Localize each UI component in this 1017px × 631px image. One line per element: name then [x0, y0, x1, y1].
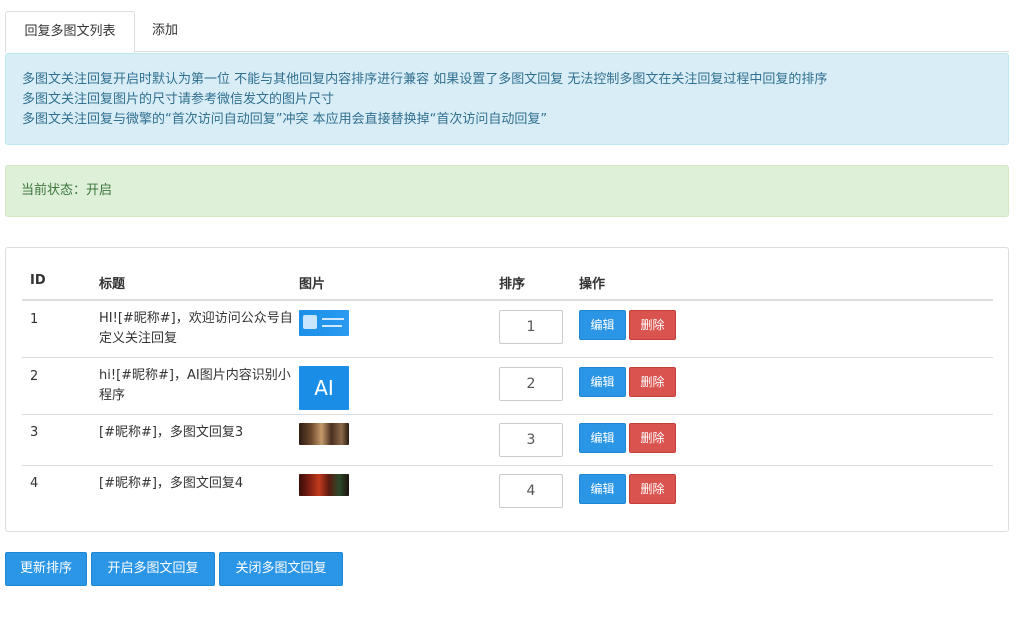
update-sort-button[interactable]: 更新排序	[5, 552, 87, 586]
info-line: 多图文关注回复图片的尺寸请参考微信发文的图片尺寸	[22, 92, 335, 107]
info-line: 多图文关注回复开启时默认为第一位 不能与其他回复内容排序进行兼容 如果设置了多图…	[22, 72, 828, 87]
tab-bar: 回复多图文列表 添加	[5, 11, 1009, 53]
row-title: hi![#昵称#]，AI图片内容识别小程序	[99, 368, 291, 403]
sort-input[interactable]	[499, 423, 563, 457]
info-alert: 多图文关注回复开启时默认为第一位 不能与其他回复内容排序进行兼容 如果设置了多图…	[5, 53, 1009, 145]
edit-button[interactable]: 编辑	[579, 474, 626, 504]
status-text: 当前状态：开启	[21, 183, 113, 198]
header-actions: 操作	[579, 277, 606, 292]
thumbnail-logo	[303, 315, 317, 329]
edit-button[interactable]: 编辑	[579, 423, 626, 453]
thumbnail-line	[322, 325, 342, 327]
row-id: 1	[30, 312, 39, 327]
delete-button[interactable]: 删除	[629, 474, 676, 504]
edit-button[interactable]: 编辑	[579, 310, 626, 340]
sort-input[interactable]	[499, 367, 563, 401]
delete-button[interactable]: 删除	[629, 310, 676, 340]
header-id: ID	[30, 273, 46, 288]
enable-news-reply-button[interactable]: 开启多图文回复	[91, 552, 215, 586]
table-row: 1 HI![#昵称#]，欢迎访问公众号自定义关注回复 编辑 删除	[22, 301, 993, 358]
header-sort: 排序	[499, 277, 526, 292]
info-line: 多图文关注回复与微擎的“首次访问自动回复”冲突 本应用会直接替换掉“首次访问自动…	[22, 112, 548, 127]
table-row: 3 [#昵称#]，多图文回复3 编辑 删除	[22, 415, 993, 466]
sort-input[interactable]	[499, 310, 563, 344]
edit-button[interactable]: 编辑	[579, 367, 626, 397]
row-id: 3	[30, 425, 39, 440]
row-thumbnail	[299, 423, 349, 445]
header-title: 标题	[99, 277, 126, 292]
tab-news-list[interactable]: 回复多图文列表	[5, 11, 135, 53]
sort-input[interactable]	[499, 474, 563, 508]
row-id: 4	[30, 476, 39, 491]
tab-add[interactable]: 添加	[138, 11, 192, 52]
header-image: 图片	[299, 277, 326, 292]
news-table-panel: ID 标题 图片 排序 操作 1 HI![#昵称#]，欢迎访问公众号自定义关注回…	[5, 247, 1009, 532]
table-row: 2 hi![#昵称#]，AI图片内容识别小程序 AI 编辑 删除	[22, 358, 993, 415]
row-title: [#昵称#]，多图文回复3	[99, 425, 244, 440]
table-row: 4 [#昵称#]，多图文回复4 编辑 删除	[22, 466, 993, 517]
disable-news-reply-button[interactable]: 关闭多图文回复	[219, 552, 343, 586]
row-id: 2	[30, 369, 39, 384]
row-thumbnail	[299, 474, 349, 496]
delete-button[interactable]: 删除	[629, 367, 676, 397]
row-thumbnail-ai: AI	[299, 366, 349, 410]
delete-button[interactable]: 删除	[629, 423, 676, 453]
row-thumbnail	[299, 310, 349, 336]
row-title: HI![#昵称#]，欢迎访问公众号自定义关注回复	[99, 311, 293, 346]
status-alert: 当前状态：开启	[5, 165, 1009, 217]
row-title: [#昵称#]，多图文回复4	[99, 476, 244, 491]
thumbnail-line	[322, 318, 344, 320]
